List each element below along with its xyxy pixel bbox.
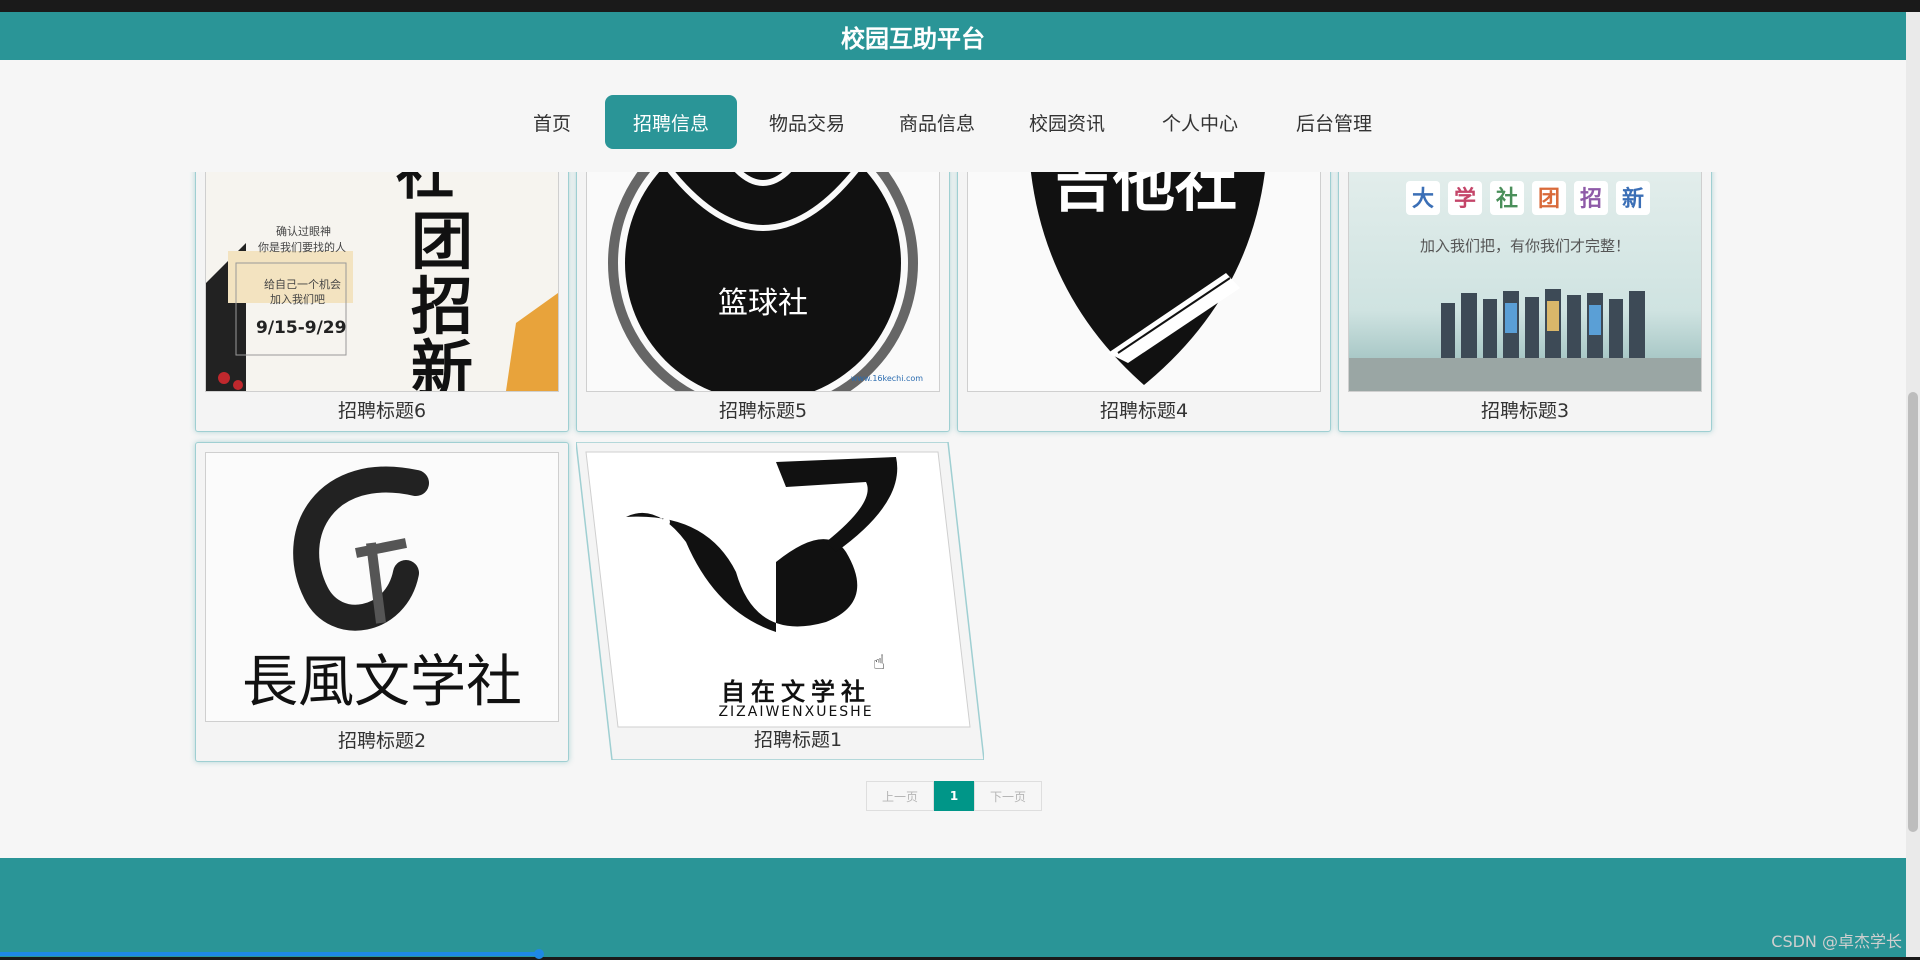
- card-title[interactable]: 招聘标题2: [196, 727, 568, 755]
- page-button-current[interactable]: 1: [934, 781, 974, 811]
- slogan-char: 团: [1538, 187, 1560, 212]
- nav-item-product-info[interactable]: 商品信息: [890, 95, 984, 149]
- scrollbar-thumb[interactable]: [1908, 392, 1918, 832]
- poster-note2: 加入我们吧: [270, 292, 325, 306]
- club-name: 篮球社: [718, 286, 808, 321]
- poster-note: 给自己一个机会: [264, 277, 341, 291]
- card-image[interactable]: 長風文学社: [205, 452, 559, 722]
- card-image[interactable]: 确认过眼神 你是我们要找的人 社 团 招 新 给自己一个机会 加入我们吧 9/1…: [205, 172, 559, 392]
- card-title[interactable]: 招聘标题6: [196, 397, 568, 425]
- watermark: CSDN @卓杰学长: [1771, 932, 1902, 951]
- poster-date: 9/15-9/29: [256, 318, 346, 338]
- club-pinyin: ZIZAIWENXUESHE: [718, 704, 874, 720]
- next-page-button[interactable]: 下一页: [974, 781, 1042, 811]
- pagination: 上一页 1 下一页: [866, 781, 1042, 811]
- recruit-card[interactable]: 篮球社 www.16kechi.com 招聘标题5: [576, 172, 950, 432]
- poster-line1: 确认过眼神: [276, 224, 331, 238]
- card-image[interactable]: 篮球社 www.16kechi.com: [586, 172, 940, 392]
- card-title[interactable]: 招聘标题3: [1339, 397, 1711, 425]
- club-name: 長風文学社: [242, 650, 522, 715]
- recruit-card[interactable]: 長風文学社 招聘标题2: [195, 442, 569, 762]
- recruitment-grid: 确认过眼神 你是我们要找的人 社 团 招 新 给自己一个机会 加入我们吧 9/1…: [0, 172, 1906, 837]
- card-image[interactable]: 吉他社: [967, 172, 1321, 392]
- card-title[interactable]: 招聘标题4: [958, 397, 1330, 425]
- poster-line2: 你是我们要找的人: [258, 240, 346, 254]
- card-image[interactable]: 大 学 社 团 招 新 加入我们把，有你我们才完整！: [1348, 172, 1702, 392]
- slogan-text: 加入我们把，有你我们才完整！: [1420, 237, 1630, 255]
- site-title: 校园互助平台: [841, 24, 985, 53]
- slogan-char: 招: [1580, 187, 1602, 212]
- poster-big4: 新: [411, 333, 473, 391]
- main-nav: 首页 招聘信息 物品交易 商品信息 校园资讯 个人中心 后台管理: [0, 60, 1906, 172]
- poster-big1: 社: [396, 172, 454, 207]
- slogan-char: 大: [1412, 187, 1434, 212]
- video-progress-bar[interactable]: [0, 952, 540, 956]
- hand-cursor-icon: ☝: [873, 650, 886, 674]
- progress-handle[interactable]: [534, 949, 544, 959]
- page: 校园互助平台 首页 招聘信息 物品交易 商品信息 校园资讯 个人中心 后台管理 …: [0, 12, 1906, 957]
- site-url: www.16kechi.com: [851, 374, 923, 383]
- page-scrollbar[interactable]: [1906, 12, 1920, 957]
- card-title[interactable]: 招聘标题5: [577, 397, 949, 425]
- nav-item-goods-trade[interactable]: 物品交易: [760, 95, 854, 149]
- recruit-card[interactable]: 自在文学社 ZIZAIWENXUESHE 招聘标题1: [576, 442, 984, 760]
- card-title[interactable]: 招聘标题1: [612, 726, 984, 754]
- nav-item-home[interactable]: 首页: [522, 95, 582, 149]
- poster-big2: 团: [411, 205, 473, 278]
- nav-item-recruitment[interactable]: 招聘信息: [605, 95, 737, 149]
- nav-item-admin[interactable]: 后台管理: [1287, 95, 1381, 149]
- footer: [0, 858, 1906, 957]
- recruit-card[interactable]: 大 学 社 团 招 新 加入我们把，有你我们才完整！ 招聘标题3: [1338, 172, 1712, 432]
- slogan-char: 学: [1454, 186, 1476, 212]
- recruit-card[interactable]: 吉他社 招聘标题4: [957, 172, 1331, 432]
- recruit-card[interactable]: 确认过眼神 你是我们要找的人 社 团 招 新 给自己一个机会 加入我们吧 9/1…: [195, 172, 569, 432]
- club-name: 吉他社: [1051, 172, 1237, 220]
- club-name: 自在文学社: [721, 678, 871, 706]
- slogan-char: 新: [1622, 186, 1644, 212]
- prev-page-button[interactable]: 上一页: [866, 781, 934, 811]
- nav-item-personal-center[interactable]: 个人中心: [1153, 95, 1247, 149]
- slogan-char: 社: [1496, 186, 1518, 212]
- site-title-bar: 校园互助平台: [0, 12, 1906, 60]
- nav-item-campus-news[interactable]: 校园资讯: [1020, 95, 1114, 149]
